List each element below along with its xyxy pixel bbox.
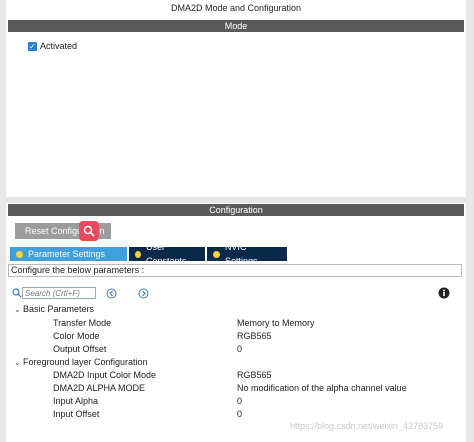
group-label: Foreground layer Configuration [23,357,148,367]
section-divider[interactable] [0,197,474,203]
param-name: Output Offset [53,344,107,354]
param-value[interactable]: 0 [237,344,242,354]
expand-arrow-icon[interactable]: ⌄ [14,358,23,367]
left-frame [0,0,6,442]
param-value[interactable]: RGB565 [237,370,272,380]
tab-status-dot-icon [213,250,220,258]
tab-status-dot-icon [16,250,23,258]
activated-label: Activated [40,41,78,51]
param-name: Transfer Mode [53,318,112,328]
group-label: Basic Parameters [23,304,95,314]
window-title: DMA2D Mode and Configuration [170,3,302,13]
info-icon[interactable] [438,287,450,301]
param-value[interactable]: 0 [237,409,242,419]
group-basic-parameters[interactable]: ⌄ Basic Parameters [14,304,94,314]
activated-checkbox[interactable]: ✓ [28,41,37,51]
tab-nvic-settings[interactable]: NVIC Settings [207,242,287,266]
configuration-header: Configuration [8,204,464,216]
param-value[interactable]: No modification of the alpha channel val… [237,383,407,393]
prev-result-icon[interactable] [106,288,117,301]
param-name: Input Offset [53,409,100,419]
param-value[interactable]: Memory to Memory [237,318,315,328]
parameters-description: Configure the below parameters : [8,264,462,277]
group-foreground-layer[interactable]: ⌄ Foreground layer Configuration [14,357,148,367]
next-result-icon[interactable] [138,288,149,301]
activated-checkbox-row[interactable]: ✓ Activated [28,41,77,51]
mode-header: Mode [8,20,464,32]
param-value[interactable]: RGB565 [237,331,272,341]
param-name: DMA2D Input Color Mode [53,370,157,380]
param-name: Color Mode [53,331,100,341]
param-name: DMA2D ALPHA MODE [53,383,146,393]
search-input[interactable] [22,287,96,299]
search-icon [12,288,22,300]
zoom-icon[interactable] [79,221,99,241]
config-tabs: Parameter Settings User Constants NVIC S… [10,242,289,266]
expand-arrow-icon[interactable]: ⌄ [14,305,23,314]
tab-label: Parameter Settings [28,249,106,259]
tab-parameter-settings[interactable]: Parameter Settings [10,247,127,261]
right-frame [466,0,474,442]
param-name: Input Alpha [53,396,99,406]
tab-status-dot-icon [135,250,141,258]
param-value[interactable]: 0 [237,396,242,406]
tab-user-constants[interactable]: User Constants [129,242,205,266]
watermark: https://blog.csdn.net/weixin_42783759 [290,421,444,431]
